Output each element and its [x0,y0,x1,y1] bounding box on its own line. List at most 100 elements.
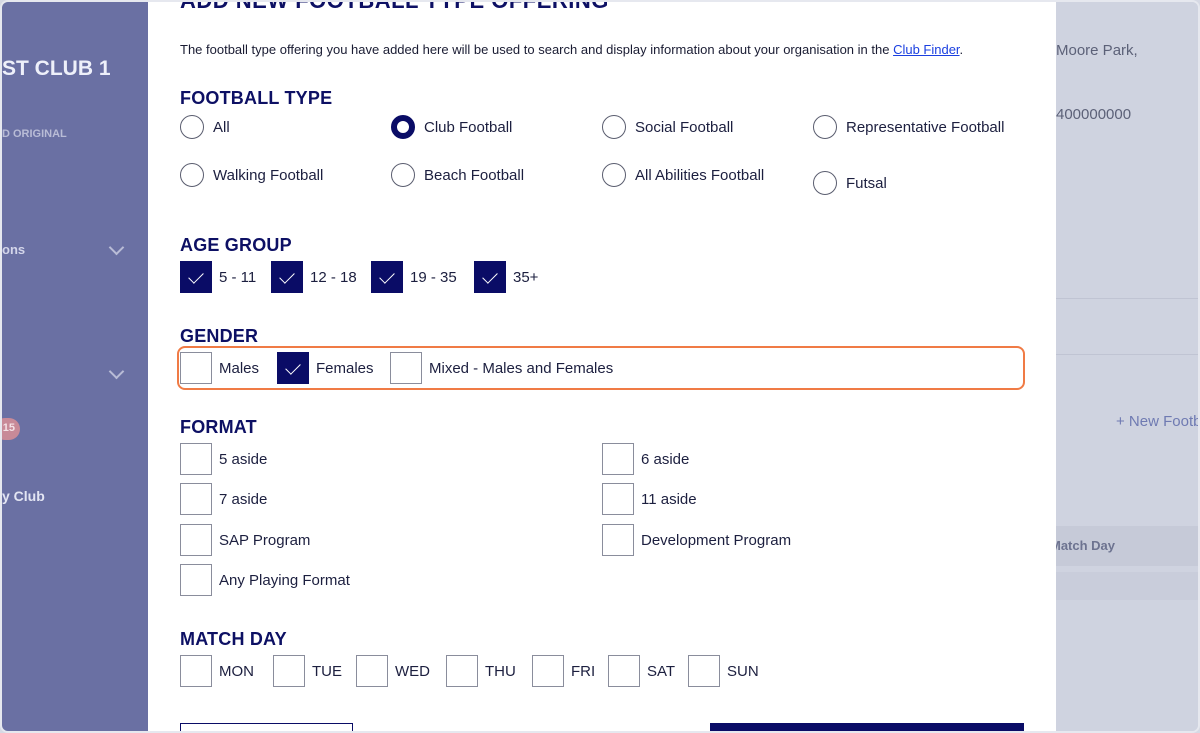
radio-label: Futsal [846,174,887,192]
checkbox-label: FRI [571,662,596,680]
checkbox-checked[interactable] [371,261,403,293]
club-finder-link[interactable]: Club Finder [893,42,959,57]
radio-option-beach-football[interactable]: Beach Football [391,162,524,188]
radio-option-club-football[interactable]: Club Football [391,114,512,140]
screen-frame: ST CLUB 1 D ORIGINAL ons 15 y Club Moore… [0,0,1200,733]
match-day-heading: MATCH DAY [180,629,287,649]
background-table-row [1056,572,1198,600]
radio-button[interactable] [180,163,204,187]
submit-button[interactable] [710,723,1024,731]
background-phone: 400000000 [1056,106,1132,123]
checkbox-label: 12 - 18 [310,268,357,286]
background-table-header-match-day: Match Day [1050,538,1116,553]
checkbox-label: 11 aside [641,490,697,508]
checkbox[interactable] [180,655,212,687]
checkbox-age-5-11[interactable]: 5 - 11 [180,261,256,293]
radio-button[interactable] [813,115,837,139]
checkbox[interactable] [180,564,212,596]
radio-button[interactable] [180,115,204,139]
background-nav-item: ons [2,242,26,257]
background-address: Moore Park, [1056,42,1138,59]
format-heading: FORMAT [180,417,257,437]
checkbox[interactable] [446,655,478,687]
checkbox[interactable] [180,483,212,515]
checkbox-label: 35+ [513,268,539,286]
checkbox[interactable] [180,524,212,556]
checkbox[interactable] [390,352,422,384]
checkbox-day-sun[interactable]: SUN [688,655,759,687]
checkbox-format-11-aside[interactable]: 11 aside [602,483,697,515]
checkbox-checked[interactable] [180,261,212,293]
radio-button-selected[interactable] [391,115,415,139]
divider [1056,298,1198,299]
checkbox-label: MON [219,662,254,680]
background-main-content: Moore Park, 400000000 + New Footb Match … [1050,2,1200,731]
checkbox-gender-females[interactable]: Females [277,352,374,384]
background-new-football-link: + New Footb [1116,413,1200,430]
checkbox-gender-mixed[interactable]: Mixed - Males and Females [390,352,613,384]
checkbox-label: SAP Program [219,531,311,549]
intro-text: The football type offering you have adde… [180,42,894,57]
radio-button[interactable] [391,163,415,187]
checkbox-day-fri[interactable]: FRI [532,655,595,687]
background-nav-item-club: y Club [2,488,45,504]
age-group-heading: AGE GROUP [180,235,292,255]
checkbox-day-wed[interactable]: WED [356,655,430,687]
checkbox-age-35-plus[interactable]: 35+ [474,261,538,293]
radio-label: Walking Football [213,166,324,184]
radio-button[interactable] [602,115,626,139]
modal-intro: The football type offering you have adde… [180,42,963,57]
checkbox-age-19-35[interactable]: 19 - 35 [371,261,457,293]
checkbox[interactable] [180,443,212,475]
checkbox[interactable] [688,655,720,687]
chevron-down-icon [108,240,126,258]
checkbox-age-12-18[interactable]: 12 - 18 [271,261,357,293]
checkbox-label: Development Program [641,531,792,549]
radio-option-all-abilities-football[interactable]: All Abilities Football [602,162,764,188]
radio-label: Representative Football [846,118,1005,136]
radio-option-futsal[interactable]: Futsal [813,170,887,196]
checkbox-label: THU [485,662,516,680]
checkbox-format-6-aside[interactable]: 6 aside [602,443,689,475]
checkbox[interactable] [608,655,640,687]
checkbox-checked[interactable] [277,352,309,384]
checkbox-format-sap-program[interactable]: SAP Program [180,524,310,556]
checkbox[interactable] [356,655,388,687]
checkbox[interactable] [602,524,634,556]
checkbox-day-tue[interactable]: TUE [273,655,342,687]
checkbox-checked[interactable] [271,261,303,293]
checkbox-format-5-aside[interactable]: 5 aside [180,443,267,475]
checkbox-label: TUE [312,662,342,680]
checkbox[interactable] [273,655,305,687]
checkbox-label: 7 aside [219,490,268,508]
checkbox[interactable] [602,483,634,515]
checkbox-format-development-program[interactable]: Development Program [602,524,791,556]
checkbox-label: 19 - 35 [410,268,457,286]
chevron-down-icon [108,364,126,382]
add-football-type-modal: ADD NEW FOOTBALL TYPE OFFERING The footb… [148,2,1056,731]
checkbox[interactable] [602,443,634,475]
checkbox-label: Any Playing Format [219,571,350,589]
radio-label: Club Football [424,118,513,136]
radio-option-all[interactable]: All [180,114,230,140]
intro-end: . [959,42,964,57]
checkbox-day-mon[interactable]: MON [180,655,254,687]
radio-option-representative-football[interactable]: Representative Football [813,114,1004,140]
checkbox[interactable] [532,655,564,687]
checkbox-day-sat[interactable]: SAT [608,655,675,687]
background-club-subtitle: D ORIGINAL [2,128,67,140]
radio-option-social-football[interactable]: Social Football [602,114,733,140]
checkbox-format-7-aside[interactable]: 7 aside [180,483,267,515]
checkbox[interactable] [180,352,212,384]
cancel-button[interactable] [180,723,353,731]
checkbox-format-any-playing-format[interactable]: Any Playing Format [180,564,350,596]
checkbox-label: WED [395,662,430,680]
radio-label: Social Football [635,118,734,136]
radio-button[interactable] [602,163,626,187]
radio-button[interactable] [813,171,837,195]
checkbox-gender-males[interactable]: Males [180,352,259,384]
radio-option-walking-football[interactable]: Walking Football [180,162,323,188]
checkbox-checked[interactable] [474,261,506,293]
checkbox-day-thu[interactable]: THU [446,655,516,687]
checkbox-label: 6 aside [641,450,690,468]
